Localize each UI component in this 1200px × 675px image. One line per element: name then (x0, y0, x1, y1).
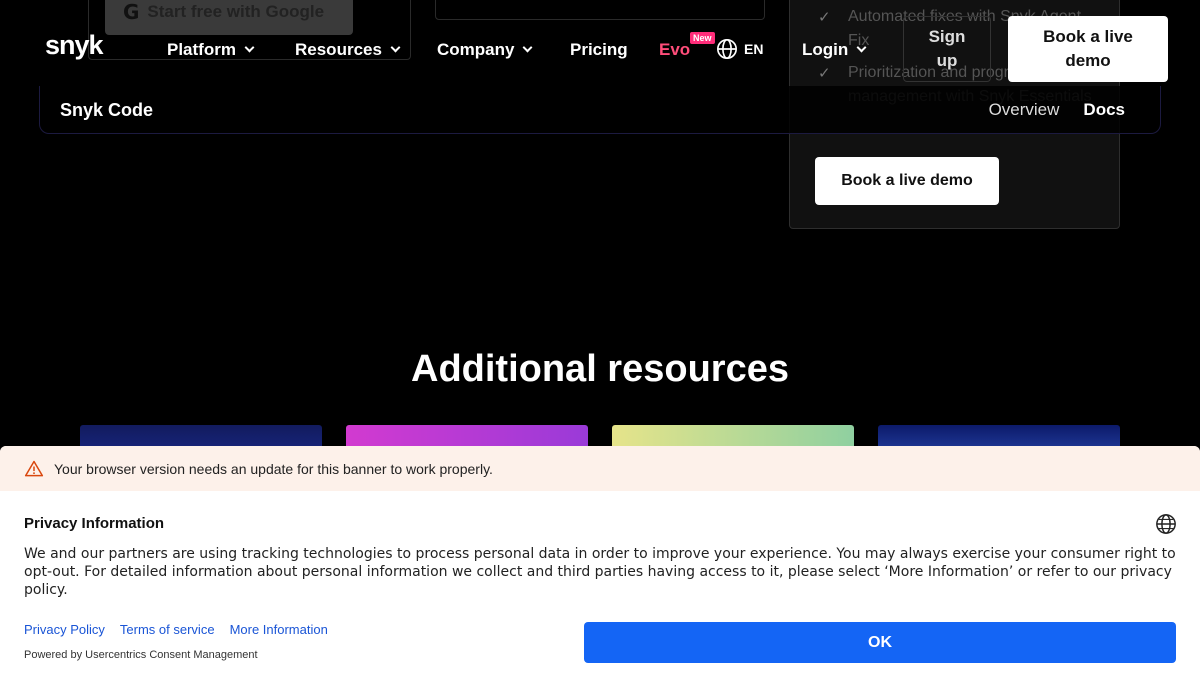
subnav-overview-link[interactable]: Overview (989, 100, 1060, 120)
nav-evo[interactable]: Evo (659, 40, 690, 60)
nav-label: Company (437, 40, 515, 59)
warning-icon (24, 460, 44, 476)
nav-company[interactable]: Company (437, 40, 533, 60)
browser-warning: Your browser version needs an update for… (0, 446, 1200, 491)
snyk-logo[interactable]: snyk (45, 30, 104, 61)
language-globe-icon[interactable] (1155, 513, 1177, 535)
subnav-links: Overview Docs (989, 100, 1125, 120)
powered-by: Powered by Usercentrics Consent Manageme… (24, 649, 258, 661)
section-title: Additional resources (411, 348, 789, 390)
chevron-down-icon (523, 42, 533, 53)
nav-label: Resources (295, 40, 382, 59)
nav-label: Pricing (570, 40, 628, 59)
chevron-down-icon (390, 42, 401, 53)
site-header: snyk Platform Resources Company Pricing … (0, 0, 1200, 96)
new-badge: New (690, 32, 715, 44)
privacy-description: We and our partners are using tracking t… (24, 546, 1176, 598)
language-selector[interactable]: EN (716, 38, 763, 60)
login-menu[interactable]: Login (802, 40, 867, 60)
nav-resources[interactable]: Resources (295, 40, 401, 60)
globe-icon (717, 39, 737, 59)
nav-label: Evo (659, 40, 691, 59)
login-label: Login (802, 40, 849, 59)
terms-of-service-link[interactable]: Terms of service (120, 622, 215, 637)
ok-button[interactable]: OK (584, 622, 1176, 663)
more-information-link[interactable]: More Information (230, 622, 328, 637)
panel-book-demo-button[interactable]: Book a live demo (815, 157, 999, 205)
subnav-title: Snyk Code (60, 100, 154, 120)
privacy-policy-link[interactable]: Privacy Policy (24, 622, 105, 637)
privacy-links: Privacy Policy Terms of service More Inf… (24, 622, 328, 637)
subnav-docs-link[interactable]: Docs (1083, 100, 1125, 120)
nav-label: Platform (167, 40, 236, 59)
sign-up-button[interactable]: Sign up (903, 16, 991, 82)
chevron-down-icon (856, 42, 867, 53)
chevron-down-icon (244, 42, 255, 53)
cookie-consent-banner: Your browser version needs an update for… (0, 446, 1200, 675)
privacy-title: Privacy Information (24, 515, 165, 532)
warning-text: Your browser version needs an update for… (54, 460, 493, 477)
book-demo-button[interactable]: Book a live demo (1008, 16, 1168, 82)
language-label: EN (744, 41, 764, 57)
nav-pricing[interactable]: Pricing (570, 40, 628, 60)
nav-platform[interactable]: Platform (167, 40, 255, 60)
